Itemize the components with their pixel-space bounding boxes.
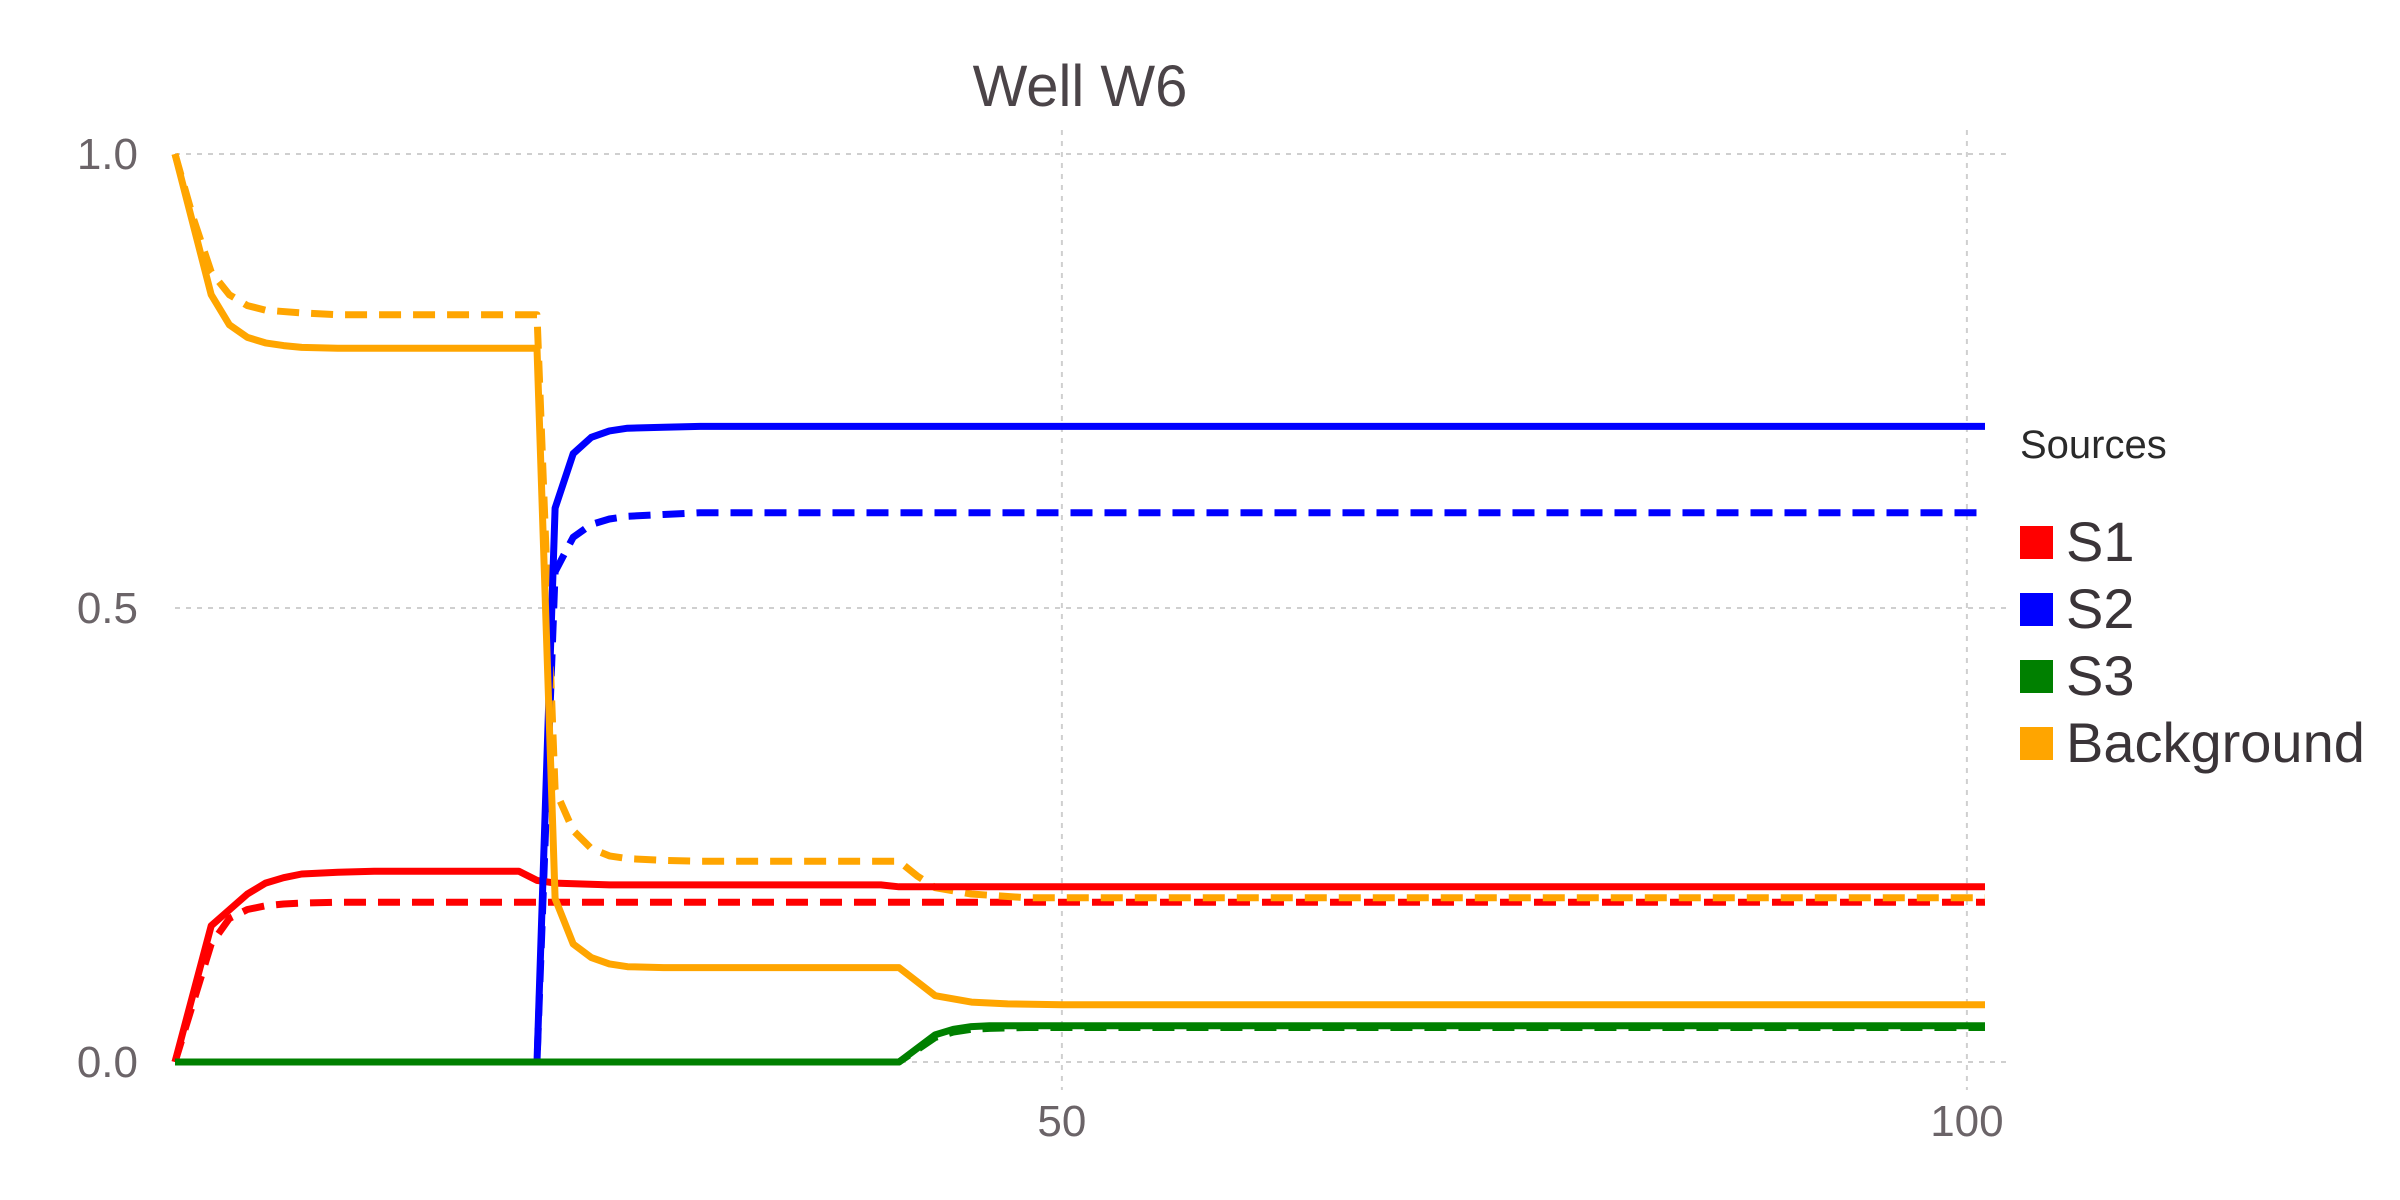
x-tick-label: 100 <box>1930 1097 2003 1146</box>
legend-swatch-background <box>2020 727 2053 760</box>
y-tick-label: 0.0 <box>77 1038 138 1087</box>
x-tick-label: 50 <box>1037 1097 1086 1146</box>
x-axis-ticks: 50 100 <box>1037 1097 2003 1146</box>
legend-swatch-s2 <box>2020 593 2053 626</box>
y-tick-label: 1.0 <box>77 130 138 179</box>
legend-label-s2: S2 <box>2066 577 2135 640</box>
series-line-s2-dashed <box>175 509 1985 1066</box>
legend-label-s1: S1 <box>2066 510 2135 573</box>
y-axis-ticks: 0.0 0.5 1.0 <box>77 130 138 1087</box>
legend-title: Sources <box>2020 423 2167 467</box>
legend-swatch-s3 <box>2020 660 2053 693</box>
series-line-background-solid <box>171 153 1985 1009</box>
y-tick-label: 0.5 <box>77 584 138 633</box>
grid-lines <box>175 130 2010 1090</box>
series-line-background-dashed <box>171 153 1985 902</box>
series-line-s3-solid <box>175 1022 1985 1066</box>
legend-label-background: Background <box>2066 711 2365 774</box>
series-line-s1-dashed <box>171 898 1985 1064</box>
legend-items: S1S2S3Background <box>2020 510 2365 774</box>
line-chart: Well W6 0.0 0.5 1.0 50 100 Sources S1S2S3Ba… <box>77 54 2365 1146</box>
series-line-s3-dashed <box>175 1024 1985 1066</box>
legend-swatch-s1 <box>2020 526 2053 559</box>
legend-label-s3: S3 <box>2066 644 2135 707</box>
series-line-s2-solid <box>175 422 1985 1066</box>
legend: Sources S1S2S3Background <box>2020 423 2365 774</box>
chart-title: Well W6 <box>973 54 1188 119</box>
